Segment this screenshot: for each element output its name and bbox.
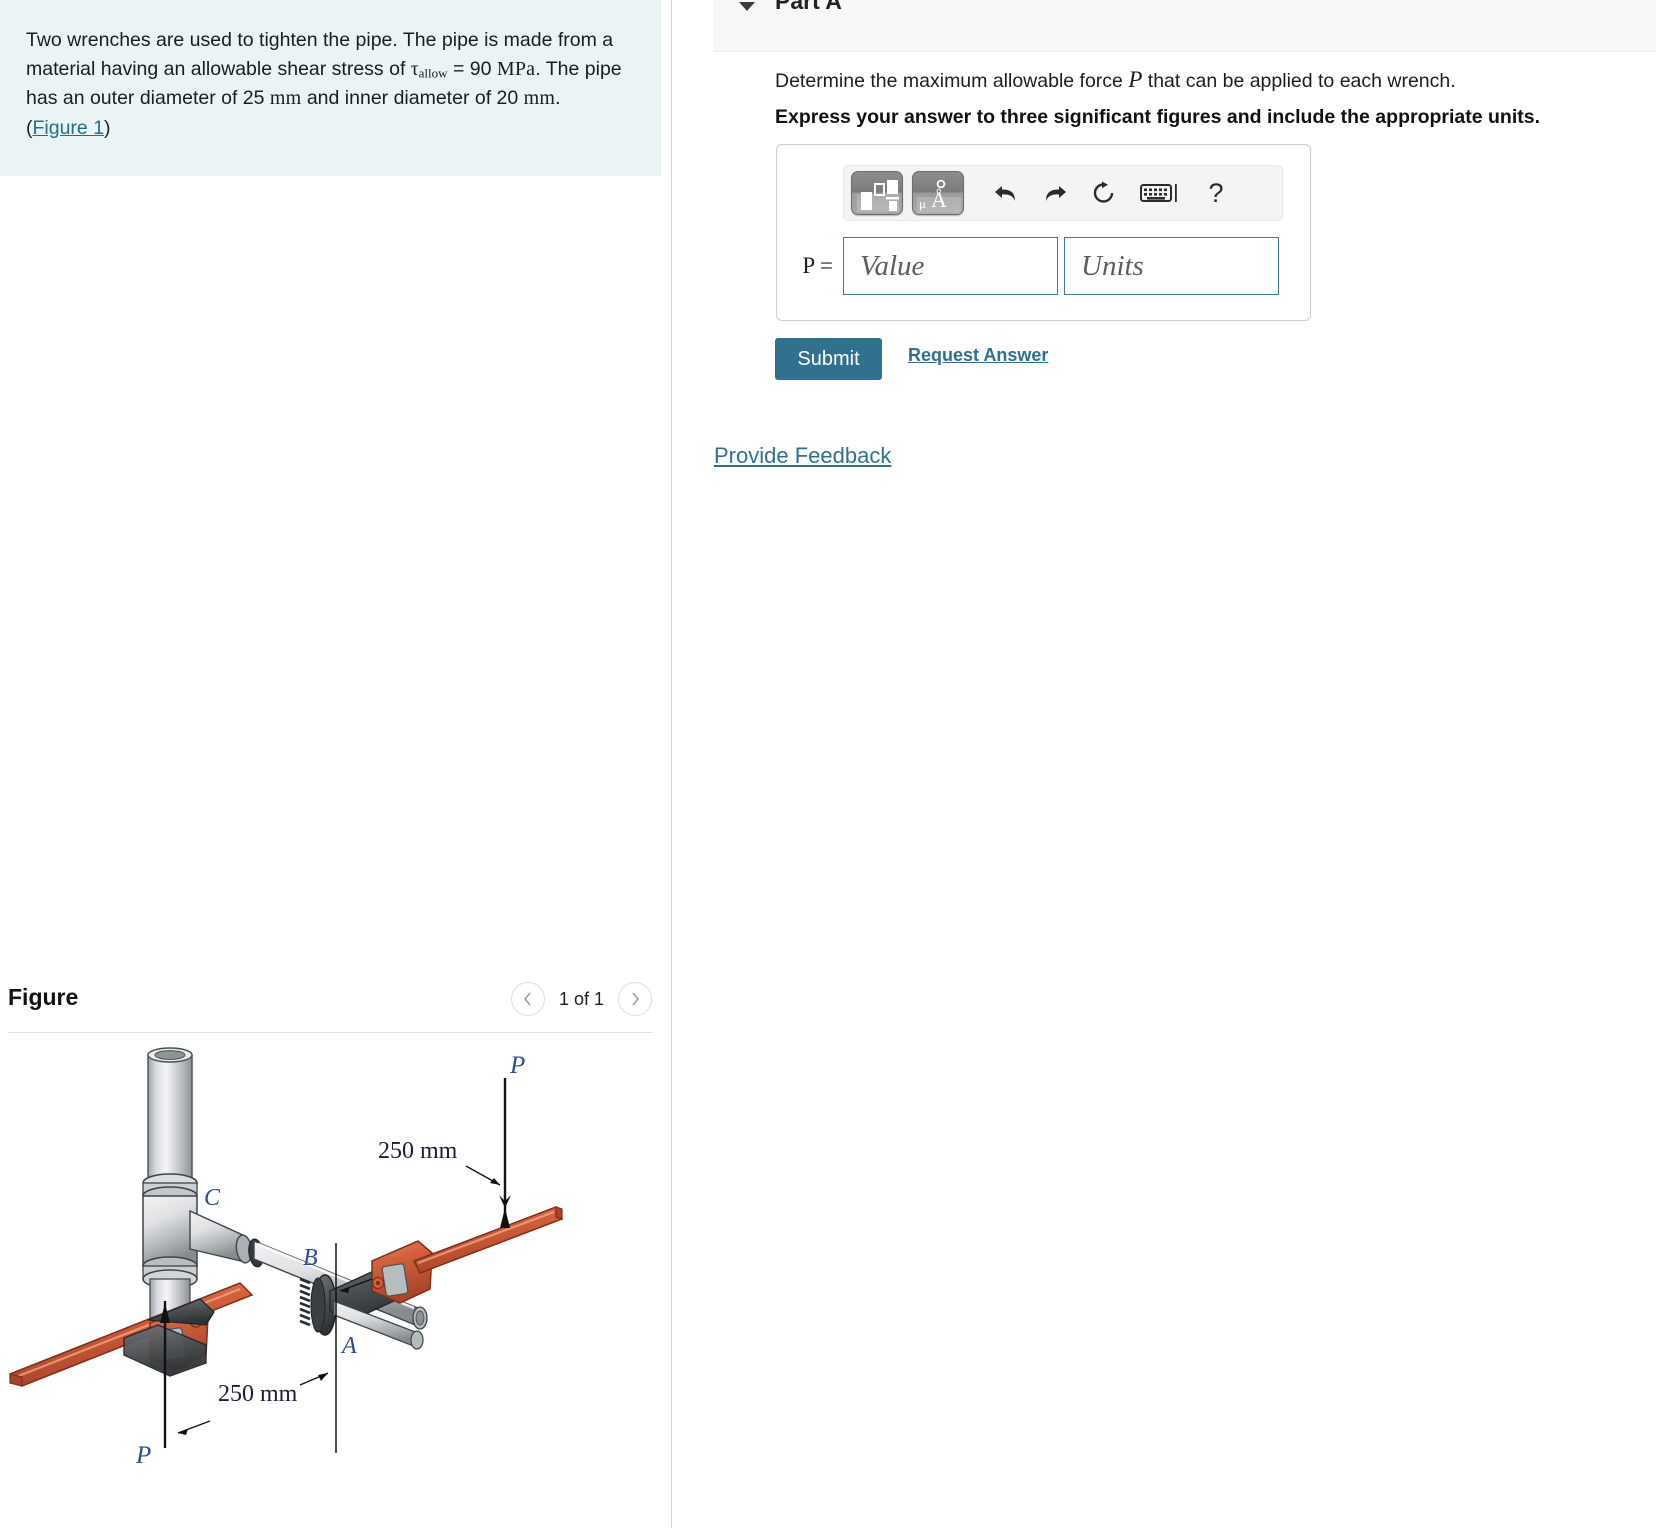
unit-mpa: MPa — [496, 57, 536, 80]
part-title: Part A — [775, 0, 842, 14]
figure-header: Figure 1 of 1 — [0, 972, 660, 1032]
undo-icon[interactable] — [986, 171, 1026, 215]
answer-value-input[interactable] — [843, 237, 1058, 295]
question-prompt: Determine the maximum allowable force P … — [775, 64, 1456, 96]
template-palette-icon[interactable] — [851, 171, 903, 215]
figure-next-button[interactable] — [618, 982, 652, 1016]
figure-dim-top: 250 mm — [378, 1138, 458, 1164]
figure-label-b: B — [303, 1245, 318, 1271]
chevron-right-icon — [631, 992, 639, 1006]
figure-label-p-bottom: P — [135, 1442, 151, 1469]
figure-label-p-top: P — [509, 1052, 525, 1079]
provide-feedback-link[interactable]: Provide Feedback — [714, 443, 891, 469]
wrench-pipe-diagram: C B A P P 250 mm 250 mm — [8, 1047, 564, 1469]
tau-symbol: τ — [410, 58, 419, 80]
reset-glyph — [1093, 181, 1114, 203]
undo-glyph — [995, 186, 1015, 201]
tau-subscript: allow — [418, 64, 448, 80]
help-icon[interactable]: ? — [1196, 171, 1236, 215]
answer-units-input[interactable] — [1064, 237, 1279, 295]
reset-icon[interactable] — [1084, 171, 1124, 215]
chevron-left-icon — [524, 992, 531, 1006]
paren-close: ) — [104, 116, 111, 139]
redo-glyph — [1046, 186, 1066, 201]
figure-pager: 1 of 1 — [510, 982, 652, 1016]
figure-title: Figure — [8, 984, 79, 1010]
problem-statement-box: Two wrenches are used to tighten the pip… — [0, 0, 661, 177]
answer-entry-box: Å μ ? P = Value Units — [776, 144, 1311, 321]
submit-button[interactable]: Submit — [775, 338, 882, 380]
figure-label-a: A — [340, 1333, 357, 1359]
unit-symbol-glyph: Å μ — [917, 179, 961, 213]
part-header: Part A — [713, 0, 1656, 52]
template-palette-glyph — [857, 180, 899, 212]
svg-text:Å: Å — [931, 187, 947, 212]
figure-page-count: 1 of 1 — [558, 988, 604, 1009]
question-prompt-post: that can be applied to each wrench. — [1142, 70, 1456, 92]
problem-statement-text: Two wrenches are used to tighten the pip… — [26, 26, 631, 142]
chevron-down-icon[interactable] — [739, 2, 755, 11]
right-panel: Part A Determine the maximum allowable f… — [673, 0, 1656, 1528]
question-instruction: Express your answer to three significant… — [775, 106, 1540, 128]
left-panel: Two wrenches are used to tighten the pip… — [0, 0, 672, 1528]
problem-text-part2: = 90 — [447, 57, 497, 80]
figure-prev-button[interactable] — [510, 982, 545, 1016]
unit-mm-inner: mm — [523, 87, 556, 110]
figure-dim-bottom: 250 mm — [218, 1381, 298, 1407]
request-answer-link[interactable]: Request Answer — [908, 345, 1048, 366]
page-root: Two wrenches are used to tighten the pip… — [0, 0, 1656, 1528]
question-prompt-pre: Determine the maximum allowable force — [775, 70, 1129, 92]
figure-image[interactable]: C B A P P 250 mm 250 mm — [0, 1033, 660, 1528]
answer-input-row: P = — [787, 237, 1279, 295]
unit-mm-outer: mm — [269, 87, 302, 110]
problem-text-part4: and inner diameter of 20 — [301, 87, 524, 110]
answer-variable-label: P = — [802, 253, 833, 278]
keyboard-icon[interactable] — [1133, 171, 1187, 215]
keyboard-glyph — [1140, 184, 1177, 202]
problem-text-part5: . — [555, 87, 561, 110]
figure-1-link[interactable]: Figure 1 — [33, 117, 105, 139]
question-variable-p: P — [1128, 67, 1143, 92]
svg-text:μ: μ — [919, 196, 926, 211]
unit-symbol-icon[interactable]: Å μ — [912, 171, 964, 215]
figure-panel: Figure 1 of 1 C B A P P 250 mm 250 mm — [0, 972, 660, 1528]
redo-icon[interactable] — [1035, 171, 1075, 215]
figure-label-c: C — [204, 1185, 221, 1211]
math-toolbar: Å μ ? — [843, 165, 1283, 221]
